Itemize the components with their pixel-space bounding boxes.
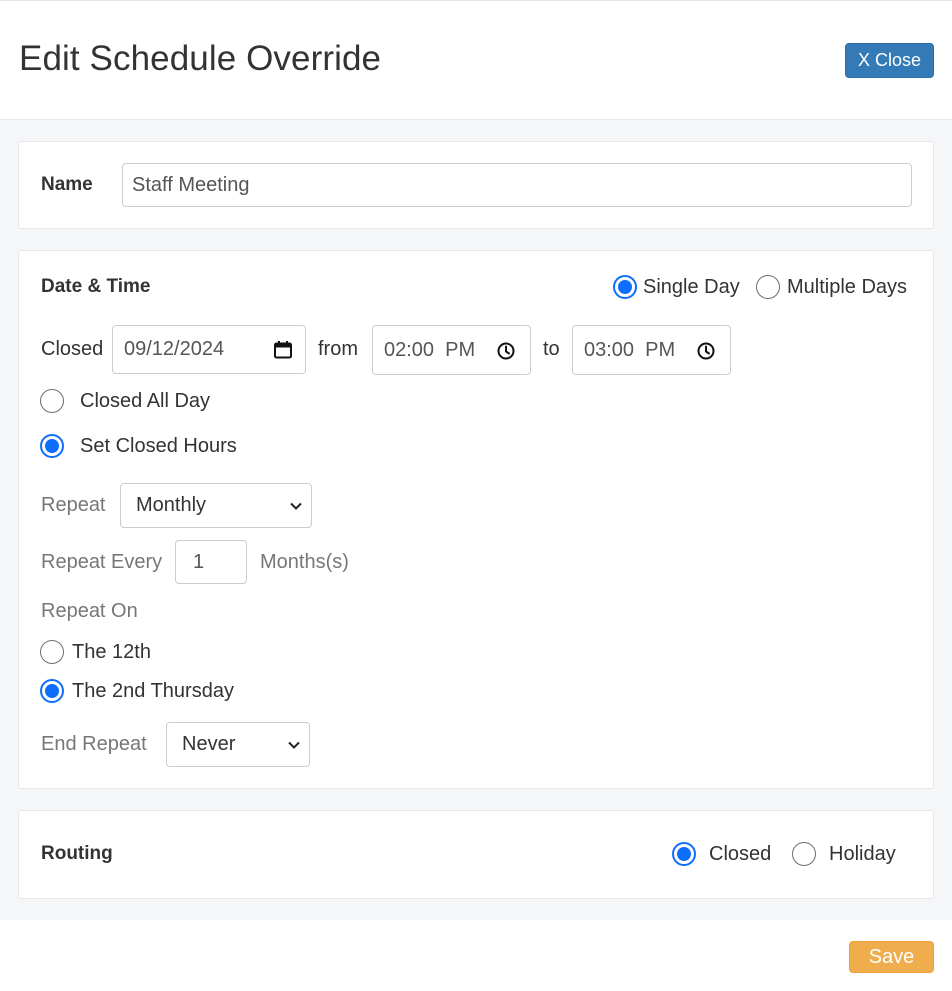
clock-icon[interactable] bbox=[496, 341, 516, 361]
date-time-title: Date & Time bbox=[41, 276, 151, 297]
set-closed-hours-label: Set Closed Hours bbox=[80, 435, 237, 457]
repeat-on-12th-label: The 12th bbox=[72, 641, 151, 663]
name-label: Name bbox=[41, 174, 93, 195]
routing-title: Routing bbox=[41, 843, 113, 864]
routing-closed-radio[interactable] bbox=[672, 842, 696, 866]
to-time-value: 03:00 PM bbox=[584, 338, 676, 361]
from-time-input[interactable]: 02:00 PM bbox=[372, 325, 531, 375]
modal-footer bbox=[0, 920, 952, 991]
repeat-every-value: 1 bbox=[193, 550, 205, 573]
clock-icon[interactable] bbox=[696, 341, 716, 361]
to-label: to bbox=[543, 338, 560, 360]
name-input-value: Staff Meeting bbox=[132, 173, 250, 196]
repeat-every-input[interactable]: 1 bbox=[175, 540, 247, 584]
modal-header: Edit Schedule Override X Close bbox=[0, 0, 952, 120]
repeat-on-2nd-thursday-radio[interactable] bbox=[40, 679, 64, 703]
save-button[interactable]: Save bbox=[849, 941, 934, 973]
repeat-on-label: Repeat On bbox=[41, 600, 138, 622]
repeat-every-unit: Months(s) bbox=[260, 551, 349, 573]
from-time-value: 02:00 PM bbox=[384, 338, 476, 361]
set-closed-hours-radio[interactable] bbox=[40, 434, 64, 458]
repeat-on-12th-radio[interactable] bbox=[40, 640, 64, 664]
page-title: Edit Schedule Override bbox=[19, 39, 382, 78]
repeat-on-2nd-thursday-label: The 2nd Thursday bbox=[72, 680, 234, 702]
to-time-input[interactable]: 03:00 PM bbox=[572, 325, 731, 375]
multiple-days-label: Multiple Days bbox=[787, 276, 908, 298]
repeat-every-label: Repeat Every bbox=[41, 551, 163, 573]
repeat-label: Repeat bbox=[41, 494, 106, 516]
closed-all-day-radio[interactable] bbox=[40, 389, 64, 413]
routing-holiday-radio[interactable] bbox=[792, 842, 816, 866]
date-input-value: 09/12/2024 bbox=[124, 338, 225, 360]
repeat-select-value: Monthly bbox=[136, 494, 207, 516]
end-repeat-select-value: Never bbox=[182, 733, 236, 755]
date-input[interactable]: 09/12/2024 bbox=[112, 325, 306, 374]
close-button[interactable]: X Close bbox=[845, 43, 934, 78]
end-repeat-label: End Repeat bbox=[41, 733, 147, 755]
routing-holiday-label: Holiday bbox=[829, 843, 896, 865]
single-day-radio[interactable] bbox=[613, 275, 637, 299]
repeat-select[interactable]: Monthly bbox=[120, 483, 312, 528]
chevron-down-icon bbox=[290, 502, 302, 510]
calendar-icon[interactable] bbox=[273, 340, 293, 360]
from-label: from bbox=[318, 338, 358, 360]
single-day-label: Single Day bbox=[643, 276, 740, 298]
closed-date-label: Closed bbox=[41, 338, 104, 360]
chevron-down-icon bbox=[288, 741, 300, 749]
multiple-days-radio[interactable] bbox=[756, 275, 780, 299]
closed-all-day-label: Closed All Day bbox=[80, 390, 211, 412]
end-repeat-select[interactable]: Never bbox=[166, 722, 310, 767]
name-input[interactable]: Staff Meeting bbox=[122, 163, 912, 207]
routing-closed-label: Closed bbox=[709, 843, 772, 865]
